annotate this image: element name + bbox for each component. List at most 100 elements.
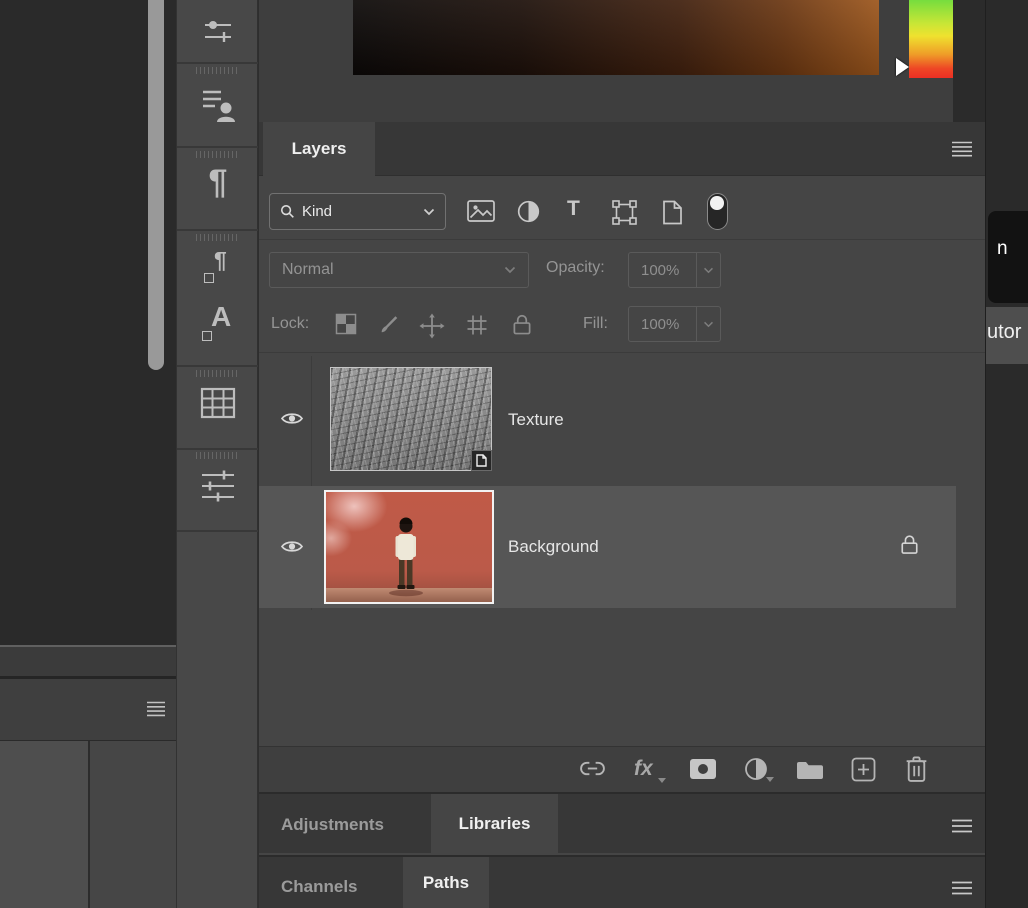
bottom-left-panel-header: [0, 679, 176, 740]
filter-shape-layers-icon[interactable]: [612, 200, 637, 225]
color-ramp[interactable]: [909, 0, 953, 78]
fx-label: fx: [634, 757, 653, 780]
toggle-knob: [710, 196, 724, 210]
character-panel-icon[interactable]: A: [177, 303, 259, 351]
clipped-text-top: n: [997, 238, 1008, 260]
divider: [696, 253, 697, 287]
fill-value: 100%: [629, 316, 696, 333]
blend-options-row: Normal Opacity: 100%: [259, 240, 986, 295]
bottom-left-panel-cell[interactable]: [90, 741, 176, 908]
filter-kind-label: Kind: [302, 203, 416, 220]
visibility-eye-icon[interactable]: [280, 411, 304, 426]
paths-tab-label: Paths: [423, 873, 469, 893]
layer-filter-row: Kind T: [259, 176, 986, 240]
divider: [177, 365, 259, 367]
adjustment-dropdown-triangle: [766, 777, 774, 782]
glyphs-panel-icon[interactable]: ¶: [177, 247, 259, 293]
tab-paths[interactable]: Paths: [403, 857, 489, 908]
clipped-tutorials-button[interactable]: utor: [986, 307, 1028, 364]
paragraph-glyph: ¶: [214, 249, 227, 272]
filter-type-layers-icon[interactable]: T: [567, 198, 580, 219]
divider: [177, 62, 259, 64]
opacity-value: 100%: [629, 262, 696, 279]
tab-libraries[interactable]: Libraries: [431, 794, 558, 853]
square-shape: [202, 331, 212, 341]
new-adjustment-layer-icon[interactable]: [744, 757, 768, 781]
layer-thumbnail-background[interactable]: [324, 490, 494, 604]
lock-label: Lock:: [271, 315, 309, 333]
blend-mode-dropdown[interactable]: Normal: [269, 252, 529, 288]
panel-tab-row-adjustments-libraries: Adjustments Libraries: [259, 792, 986, 853]
filter-toggle-switch[interactable]: [707, 193, 728, 230]
mask-shape: [690, 759, 716, 779]
panel-grip: [196, 370, 240, 377]
table-panel-icon[interactable]: [177, 386, 259, 420]
lock-all-icon[interactable]: [512, 313, 532, 336]
panel-grip: [196, 67, 240, 74]
filter-pixel-layers-icon[interactable]: [467, 200, 495, 222]
new-group-folder-icon[interactable]: [796, 760, 824, 780]
tab-channels[interactable]: Channels: [281, 877, 358, 897]
gradient-preview-bar[interactable]: [353, 0, 879, 75]
lock-position-icon[interactable]: [419, 313, 445, 339]
chevron-down-icon: [504, 266, 516, 274]
bottom-left-panel-cell[interactable]: [0, 741, 88, 908]
paragraph-panel-icon[interactable]: ¶: [177, 165, 259, 199]
visibility-eye-icon[interactable]: [280, 539, 304, 554]
delete-layer-trash-icon[interactable]: [904, 755, 929, 783]
layer-thumbnail-texture[interactable]: [330, 367, 492, 471]
opacity-label: Opacity:: [546, 259, 605, 277]
panel-menu-icon[interactable]: [146, 701, 166, 717]
blend-mode-value: Normal: [282, 261, 504, 279]
clipped-dark-panel: n: [988, 211, 1028, 303]
link-layers-icon[interactable]: [579, 760, 606, 777]
lock-transparency-icon[interactable]: [335, 313, 357, 335]
layers-panel-menu-icon[interactable]: [951, 141, 973, 157]
filter-smart-objects-icon[interactable]: [662, 200, 683, 225]
libraries-tab-label: Libraries: [459, 814, 531, 834]
layer-name: Texture: [508, 410, 564, 430]
layer-name: Background: [508, 537, 599, 557]
gradient-stop-marker[interactable]: [896, 58, 909, 76]
vertical-scrollbar-thumb[interactable]: [148, 0, 164, 370]
layer-row-texture[interactable]: Texture: [259, 353, 986, 483]
chevron-down-icon: [703, 267, 714, 274]
panel-icon-strip: ¶ ¶ A: [176, 0, 258, 908]
tab-adjustments[interactable]: Adjustments: [281, 815, 384, 835]
divider: [696, 307, 697, 341]
photoshop-workspace: ¶ ¶ A: [0, 0, 1028, 908]
canvas-edge-area: [0, 0, 176, 908]
panel-footer-strip: [0, 647, 176, 676]
filter-adjustment-layers-icon[interactable]: [517, 200, 540, 223]
layer-effects-fx-icon[interactable]: fx: [634, 758, 653, 780]
layers-panel-header: Layers: [259, 122, 986, 176]
new-layer-icon[interactable]: [851, 757, 876, 782]
libraries-panel-menu-icon[interactable]: [951, 819, 973, 833]
lock-pixels-brush-icon[interactable]: [378, 313, 400, 335]
lock-artboard-icon[interactable]: [465, 313, 489, 337]
filter-kind-dropdown[interactable]: Kind: [269, 193, 446, 230]
paths-panel-menu-icon[interactable]: [951, 881, 973, 895]
square-shape: [204, 273, 214, 283]
add-layer-mask-icon[interactable]: [690, 759, 716, 779]
divider: [177, 448, 259, 450]
paragraph-styles-panel-icon[interactable]: [177, 84, 259, 124]
character-glyph: A: [211, 303, 231, 331]
panel-grip: [196, 452, 240, 459]
opacity-value-box[interactable]: 100%: [628, 252, 721, 288]
smart-object-badge-icon: [471, 450, 492, 471]
clipped-text-bottom: utor: [987, 321, 1021, 344]
tab-layers[interactable]: Layers: [263, 122, 375, 176]
fill-value-box[interactable]: 100%: [628, 306, 721, 342]
lock-options-row: Lock: Fill: [259, 295, 986, 353]
background-fill: [953, 0, 986, 122]
layer-row-background[interactable]: Background: [259, 486, 956, 608]
panel-tab-row-channels-paths: Channels Paths: [259, 855, 986, 908]
divider: [177, 530, 259, 532]
mixer-panel-icon[interactable]: [177, 12, 259, 50]
properties-panel-icon[interactable]: [177, 468, 259, 504]
panel-grip: [196, 151, 240, 158]
fx-dropdown-triangle: [658, 778, 666, 783]
right-clipped-column: n utor: [985, 0, 1028, 908]
chevron-down-icon: [703, 321, 714, 328]
